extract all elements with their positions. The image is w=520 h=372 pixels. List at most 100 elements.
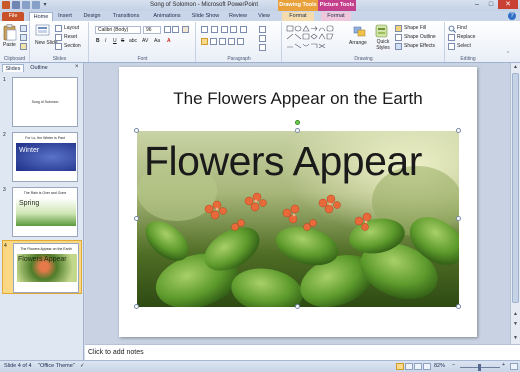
decrease-indent-icon[interactable]: [221, 26, 228, 33]
resize-handle-top-right[interactable]: [456, 128, 461, 133]
maximize-button[interactable]: □: [484, 0, 498, 9]
justify-icon[interactable]: [228, 38, 235, 45]
help-icon[interactable]: ?: [508, 12, 516, 20]
tab-picture-format[interactable]: Format: [321, 12, 351, 21]
notes-pane[interactable]: Click to add notes: [85, 344, 520, 360]
slide-thumbnail-3[interactable]: 3 The Rain is Over and Gone Spring: [2, 185, 82, 239]
replace-button[interactable]: Replace: [457, 34, 475, 40]
zoom-in-icon[interactable]: +: [502, 362, 505, 368]
normal-view-icon[interactable]: [396, 363, 404, 370]
section-button[interactable]: Section: [64, 43, 81, 49]
align-center-icon[interactable]: [210, 38, 217, 45]
tab-insert[interactable]: Insert: [54, 12, 76, 21]
zoom-level[interactable]: 82%: [434, 363, 445, 369]
copy-icon[interactable]: [20, 34, 27, 41]
slide-sorter-view-icon[interactable]: [405, 363, 413, 370]
grow-font-icon[interactable]: [164, 26, 171, 33]
slide-title[interactable]: The Flowers Appear on the Earth: [119, 89, 477, 109]
next-slide-icon[interactable]: ▼: [511, 320, 520, 328]
picture-caption-text[interactable]: Flowers Appear: [144, 138, 422, 185]
align-left-icon[interactable]: [201, 38, 208, 45]
change-case-button[interactable]: Aa: [154, 38, 160, 44]
resize-handle-top[interactable]: [295, 128, 300, 133]
collapse-ribbon-chevron-icon[interactable]: ⌃: [506, 51, 510, 57]
align-text-icon[interactable]: [259, 35, 266, 42]
arrange-icon[interactable]: [353, 26, 367, 38]
paste-button[interactable]: Paste: [3, 42, 16, 48]
vertical-scrollbar[interactable]: ▲ ▲ ▼ ▼: [510, 63, 520, 344]
fit-slide-icon[interactable]: [510, 363, 518, 370]
previous-slide-icon[interactable]: ▲: [511, 310, 520, 318]
new-slide-icon[interactable]: [35, 24, 51, 38]
tab-review[interactable]: Review: [225, 12, 251, 21]
quick-styles-button[interactable]: Quick Styles: [372, 39, 394, 51]
resize-handle-top-left[interactable]: [134, 128, 139, 133]
shape-effects-button[interactable]: Shape Effects: [404, 43, 435, 49]
line-spacing-icon[interactable]: [240, 26, 247, 33]
cut-icon[interactable]: [20, 25, 27, 32]
zoom-out-icon[interactable]: −: [452, 362, 455, 368]
reading-view-icon[interactable]: [414, 363, 422, 370]
tab-slides[interactable]: Slides: [2, 64, 24, 72]
close-button[interactable]: ✕: [498, 0, 518, 9]
scroll-down-icon[interactable]: ▼: [511, 334, 520, 342]
resize-handle-right[interactable]: [456, 216, 461, 221]
minimize-button[interactable]: –: [470, 0, 484, 9]
tab-file[interactable]: File: [2, 12, 24, 21]
quick-styles-icon[interactable]: [375, 24, 388, 38]
scroll-thumb[interactable]: [512, 73, 519, 303]
align-right-icon[interactable]: [219, 38, 226, 45]
scroll-up-icon[interactable]: ▲: [511, 63, 520, 71]
character-spacing-button[interactable]: AV: [142, 38, 148, 44]
font-size-combo[interactable]: 96: [143, 26, 161, 34]
save-icon[interactable]: [12, 1, 20, 9]
redo-icon[interactable]: [32, 1, 40, 9]
resize-handle-bottom[interactable]: [295, 304, 300, 309]
reset-button[interactable]: Reset: [64, 34, 77, 40]
bullets-icon[interactable]: [201, 26, 208, 33]
select-button[interactable]: Select: [457, 43, 471, 49]
convert-to-smartart-icon[interactable]: [259, 44, 266, 51]
resize-handle-bottom-left[interactable]: [134, 304, 139, 309]
tab-design[interactable]: Design: [80, 12, 104, 21]
shape-outline-button[interactable]: Shape Outline: [404, 34, 436, 40]
zoom-slider-knob[interactable]: [478, 364, 481, 371]
tab-home[interactable]: Home: [29, 12, 53, 21]
slide-thumbnail-4[interactable]: 4 The Flowers Appear on the Earth Flower…: [2, 240, 82, 294]
columns-icon[interactable]: [237, 38, 244, 45]
slide-show-view-icon[interactable]: [423, 363, 431, 370]
resize-handle-bottom-right[interactable]: [456, 304, 461, 309]
font-color-button[interactable]: A: [167, 38, 171, 44]
tab-view[interactable]: View: [254, 12, 274, 21]
resize-handle-left[interactable]: [134, 216, 139, 221]
powerpoint-app-icon[interactable]: [2, 1, 10, 9]
tab-drawing-format[interactable]: Format: [282, 12, 314, 21]
tab-transitions[interactable]: Transitions: [107, 12, 145, 21]
tab-outline[interactable]: Outline: [26, 64, 52, 72]
layout-button[interactable]: Layout: [64, 25, 79, 31]
customize-toolbar-chevron-icon[interactable]: ▾: [42, 1, 48, 9]
undo-icon[interactable]: [22, 1, 30, 9]
bold-button[interactable]: B: [96, 38, 100, 44]
slide-thumbnail-1[interactable]: 1 Song of Solomon: [2, 75, 82, 129]
rotation-handle[interactable]: [295, 120, 300, 125]
tab-animations[interactable]: Animations: [148, 12, 186, 21]
underline-button[interactable]: U: [113, 38, 117, 44]
find-button[interactable]: Find: [457, 25, 467, 31]
tab-slide-show[interactable]: Slide Show: [189, 12, 222, 21]
clear-formatting-icon[interactable]: [182, 26, 189, 33]
notes-placeholder[interactable]: Click to add notes: [88, 349, 144, 356]
arrange-button[interactable]: Arrange: [349, 40, 367, 46]
font-name-combo[interactable]: Calibri (Body): [95, 26, 141, 34]
strikethrough-button[interactable]: S: [121, 38, 124, 44]
format-painter-icon[interactable]: [20, 43, 27, 50]
shapes-gallery-icon[interactable]: [286, 25, 346, 51]
theme-name[interactable]: "Office Theme": [38, 363, 75, 369]
flower-picture[interactable]: Flowers Appear: [137, 131, 459, 307]
paste-icon[interactable]: [3, 24, 17, 41]
shrink-font-icon[interactable]: [172, 26, 179, 33]
shape-fill-button[interactable]: Shape Fill: [404, 25, 426, 31]
slide-canvas[interactable]: The Flowers Appear on the Earth Flowers …: [119, 67, 477, 337]
spelling-check-icon[interactable]: ✓: [80, 363, 85, 369]
increase-indent-icon[interactable]: [230, 26, 237, 33]
